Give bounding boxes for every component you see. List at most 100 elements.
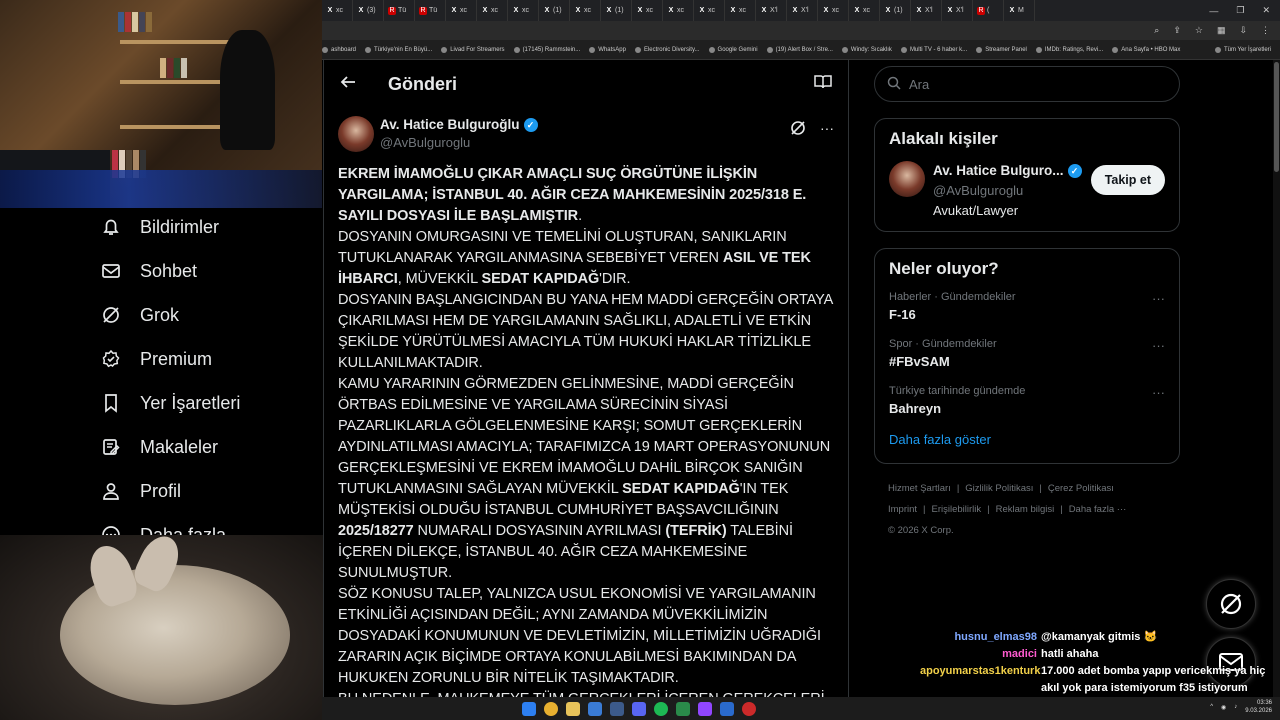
app-icon[interactable] bbox=[676, 701, 690, 716]
browser-tab[interactable]: XM bbox=[1004, 0, 1035, 21]
bookmark-label: Tüm Yer İşaretleri bbox=[1223, 46, 1271, 53]
bookmark-item[interactable]: Multi TV - 6 haber k... bbox=[900, 46, 967, 53]
bookmark-item[interactable]: Türkiye'nin En Büyü... bbox=[365, 46, 432, 53]
footer-link[interactable]: Gizlilik Politikası bbox=[965, 483, 1033, 494]
more-options-icon[interactable]: ··· bbox=[1152, 338, 1165, 369]
obs-icon[interactable] bbox=[742, 701, 756, 716]
more-options-icon[interactable]: ··· bbox=[1152, 385, 1165, 416]
share-icon[interactable]: ⇪ bbox=[1173, 25, 1181, 36]
browser-tab[interactable]: Xxc bbox=[477, 0, 508, 21]
start-icon[interactable] bbox=[522, 701, 536, 716]
author-handle[interactable]: @AvBulguroglu bbox=[380, 134, 538, 152]
show-more-link[interactable]: Daha fazla göster bbox=[889, 424, 1165, 453]
bookmark-item[interactable]: IMDb: Ratings, Revi... bbox=[1035, 46, 1103, 53]
bookmark-item[interactable]: Ana Sayfa • HBO Max bbox=[1112, 46, 1180, 53]
person-name[interactable]: Av. Hatice Bulguro... bbox=[933, 161, 1064, 181]
bookmark-item[interactable]: (19) Alert Box / Stre... bbox=[766, 46, 833, 53]
nav-item-yer-i̇şaretleri[interactable]: Yer İşaretleri bbox=[100, 381, 320, 425]
browser-tab[interactable]: X (1) bbox=[539, 0, 570, 21]
grok-fab-button[interactable] bbox=[1206, 579, 1256, 629]
article-icon bbox=[100, 436, 122, 458]
footer-link[interactable]: Çerez Politikası bbox=[1048, 483, 1114, 494]
footer-link[interactable]: Hizmet Şartları bbox=[888, 483, 951, 494]
twitch-icon[interactable] bbox=[698, 701, 712, 716]
bookmark-item[interactable]: Google Gemini bbox=[708, 46, 758, 53]
minimize-icon[interactable]: — bbox=[1209, 6, 1218, 16]
browser-tab[interactable]: Xxc bbox=[446, 0, 477, 21]
follow-button[interactable]: Takip et bbox=[1090, 165, 1165, 195]
browser-tab[interactable]: Xxc bbox=[570, 0, 601, 21]
nav-item-bildirimler[interactable]: Bildirimler bbox=[100, 205, 320, 249]
bookmark-item[interactable]: WhatsApp bbox=[589, 46, 626, 53]
browser-tab[interactable]: Xxc bbox=[663, 0, 694, 21]
browser-tab[interactable]: X X'l bbox=[787, 0, 818, 21]
back-arrow-icon[interactable] bbox=[340, 74, 362, 95]
avatar[interactable] bbox=[889, 161, 925, 197]
search-icon[interactable]: ⌕ bbox=[1154, 25, 1159, 36]
bookmark-item[interactable]: Windy: Sıcaklık bbox=[841, 46, 892, 53]
app-icon[interactable] bbox=[588, 701, 602, 716]
browser-tab[interactable]: Xxc bbox=[508, 0, 539, 21]
page-scrollbar[interactable] bbox=[1273, 60, 1280, 697]
avatar[interactable] bbox=[338, 116, 374, 152]
volume-icon[interactable]: ♪ bbox=[1234, 704, 1237, 710]
discord-icon[interactable] bbox=[632, 701, 646, 716]
browser-tab[interactable]: X (1) bbox=[601, 0, 632, 21]
more-options-icon[interactable]: ··· bbox=[820, 120, 834, 136]
grok-icon[interactable] bbox=[790, 120, 806, 139]
footer-link[interactable]: Daha fazla ··· bbox=[1069, 504, 1127, 515]
browser-tab[interactable]: R Tü bbox=[415, 0, 446, 21]
bookmark-item[interactable]: Streamer Panel bbox=[976, 46, 1027, 53]
trend-item[interactable]: Türkiye tarihinde gündemde Bahreyn ··· bbox=[889, 377, 1165, 424]
nav-item-sohbet[interactable]: Sohbet bbox=[100, 249, 320, 293]
nav-item-premium[interactable]: Premium bbox=[100, 337, 320, 381]
browser-tab[interactable]: Xxc bbox=[694, 0, 725, 21]
browser-tab[interactable]: Xxc bbox=[818, 0, 849, 21]
menu-icon[interactable]: ⋮ bbox=[1261, 25, 1270, 36]
wifi-icon[interactable]: ◉ bbox=[1221, 704, 1226, 711]
more-options-icon[interactable]: ··· bbox=[1152, 291, 1165, 322]
maximize-icon[interactable]: ❐ bbox=[1236, 5, 1244, 16]
browser-tab[interactable]: R Tü bbox=[384, 0, 415, 21]
explorer-icon[interactable] bbox=[566, 701, 580, 716]
browser-tab[interactable]: X (3) bbox=[353, 0, 384, 21]
footer-link[interactable]: Erişilebilirlik bbox=[932, 504, 982, 515]
bookmark-item[interactable]: ashboard bbox=[322, 46, 356, 53]
browser-tab[interactable]: Xxc bbox=[322, 0, 353, 21]
close-icon[interactable]: ✕ bbox=[1262, 5, 1270, 16]
chrome-icon[interactable] bbox=[544, 701, 558, 716]
bookmark-item[interactable]: Tüm Yer İşaretleri bbox=[1214, 46, 1271, 53]
reader-mode-icon[interactable] bbox=[814, 74, 832, 95]
browser-tab[interactable]: Xxc bbox=[632, 0, 663, 21]
nav-item-profil[interactable]: Profil bbox=[100, 469, 320, 513]
browser-tab[interactable]: X X'l bbox=[756, 0, 787, 21]
bookmark-item[interactable]: Electronic Diversity... bbox=[634, 46, 700, 53]
browser-tab[interactable]: X X'l bbox=[911, 0, 942, 21]
tray-chevron-icon[interactable]: ^ bbox=[1210, 704, 1213, 710]
trend-item[interactable]: Haberler · Gündemdekiler F-16 ··· bbox=[889, 283, 1165, 330]
footer-link[interactable]: Imprint bbox=[888, 504, 917, 515]
bookmark-item[interactable]: Livad For Streamers bbox=[441, 46, 505, 53]
app-icon[interactable] bbox=[720, 701, 734, 716]
browser-tab[interactable]: X (1) bbox=[880, 0, 911, 21]
nav-item-makaleler[interactable]: Makaleler bbox=[100, 425, 320, 469]
downloads-icon[interactable]: ⇩ bbox=[1239, 25, 1247, 36]
extensions-icon[interactable]: ▦ bbox=[1217, 25, 1226, 36]
related-person[interactable]: Av. Hatice Bulguro... ✓ @AvBulguroglu Avu… bbox=[889, 161, 1165, 221]
bookmark-item[interactable]: (17145) Rammstein... bbox=[513, 46, 580, 53]
footer-link[interactable]: Reklam bilgisi bbox=[996, 504, 1055, 515]
clock[interactable]: 03:36 9.03.2026 bbox=[1245, 699, 1272, 715]
browser-tab[interactable]: R( bbox=[973, 0, 1004, 21]
star-icon[interactable]: ☆ bbox=[1195, 25, 1203, 36]
browser-tab[interactable]: Xxc bbox=[725, 0, 756, 21]
address-bar[interactable]: ⌕ ⇪ ☆ ▦ ⇩ ⋮ bbox=[322, 21, 1280, 40]
steam-icon[interactable] bbox=[610, 701, 624, 716]
author-name[interactable]: Av. Hatice Bulguroğlu bbox=[380, 116, 520, 134]
search-input[interactable]: Ara bbox=[874, 66, 1180, 102]
spotify-icon[interactable] bbox=[654, 701, 668, 716]
browser-tab[interactable]: Xxc bbox=[849, 0, 880, 21]
browser-tab[interactable]: X X'l bbox=[942, 0, 973, 21]
trend-item[interactable]: Spor · Gündemdekiler #FBvSAM ··· bbox=[889, 330, 1165, 377]
nav-item-grok[interactable]: Grok bbox=[100, 293, 320, 337]
favicon-icon bbox=[1035, 46, 1042, 53]
